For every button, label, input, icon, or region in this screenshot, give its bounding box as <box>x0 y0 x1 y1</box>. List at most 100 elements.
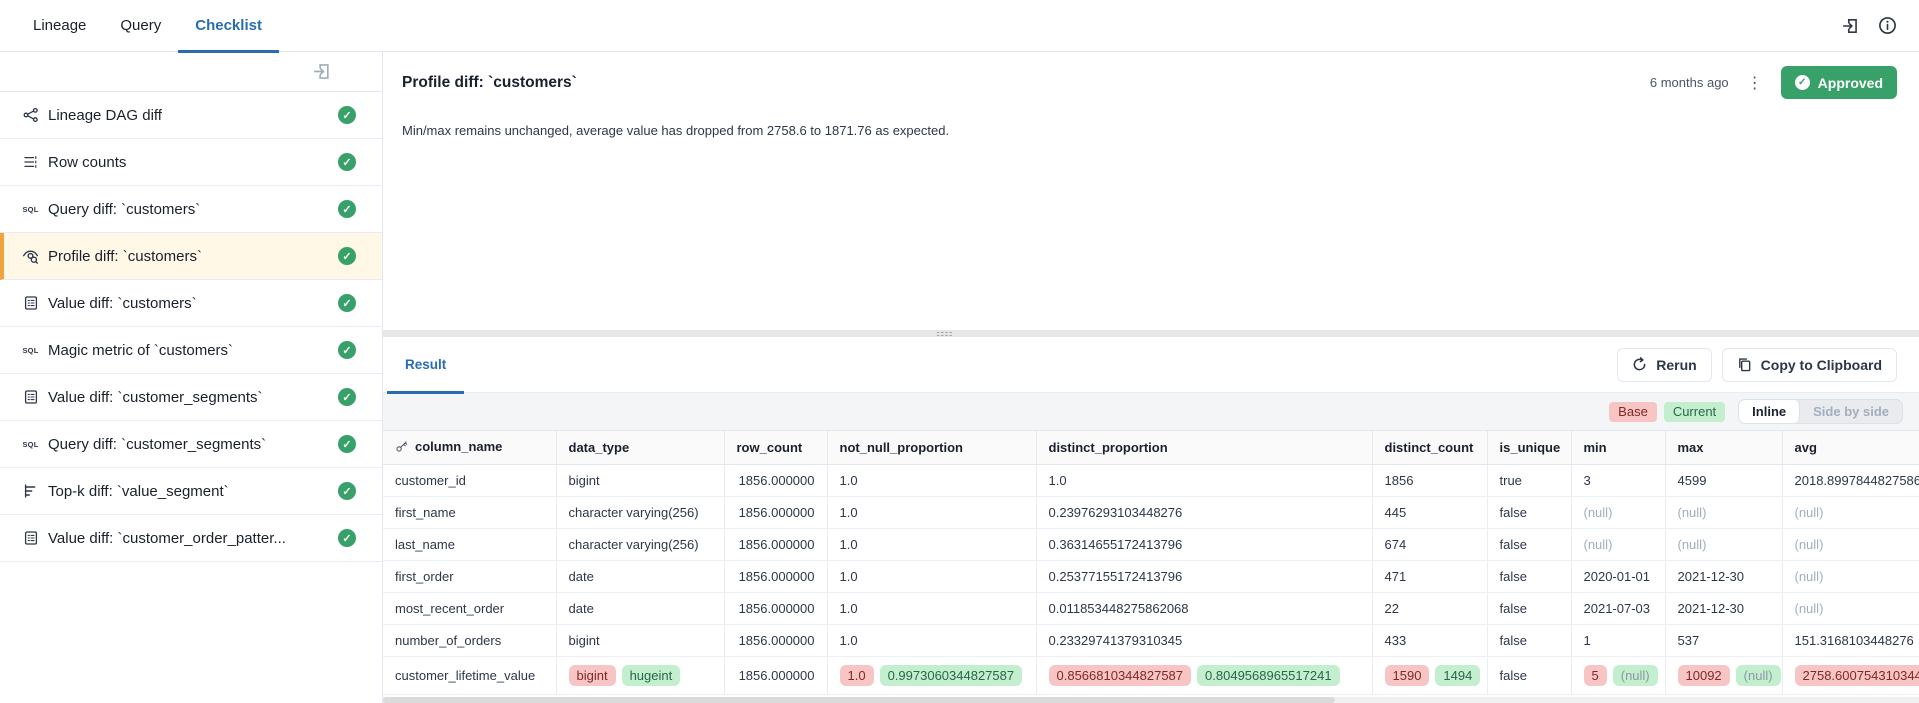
sidebar-item[interactable]: Value diff: `customers`✓ <box>0 280 382 327</box>
current-badge: Current <box>1664 402 1725 422</box>
value-icon <box>22 389 39 406</box>
sidebar-toolbar <box>0 52 382 92</box>
table-cell: 0.85668103448275870.8049568965517241 <box>1036 657 1372 695</box>
timestamp: 6 months ago <box>1650 75 1729 90</box>
table-row: number_of_ordersbigint1856.0000001.00.23… <box>383 625 1919 657</box>
table-cell: 5(null) <box>1571 657 1665 695</box>
table-cell: 445 <box>1372 497 1487 529</box>
sidebar-item[interactable]: SQLMagic metric of `customers`✓ <box>0 327 382 374</box>
topk-icon <box>22 483 39 500</box>
sidebar-item[interactable]: Value diff: `customer_order_patter...✓ <box>0 515 382 562</box>
check-detail-pane: Profile diff: `customers` 6 months ago ⋮… <box>383 52 1919 330</box>
table-cell: first_order <box>383 561 556 593</box>
table-cell: 0.36314655172413796 <box>1036 529 1372 561</box>
rows-icon <box>22 154 39 171</box>
table-cell: (null) <box>1782 593 1919 625</box>
check-circle-icon: ✓ <box>1795 75 1810 90</box>
table-cell: false <box>1487 561 1571 593</box>
table-cell: 2021-07-03 <box>1571 593 1665 625</box>
key-icon <box>395 440 408 456</box>
tab-checklist[interactable]: Checklist <box>178 0 279 51</box>
table-cell: 2020-01-01 <box>1571 561 1665 593</box>
diff-toolbar: Base Current InlineSide by side <box>383 393 1919 430</box>
table-cell: 1856.000000 <box>724 497 827 529</box>
column-header: row_count <box>724 431 827 465</box>
tab-query[interactable]: Query <box>103 0 178 51</box>
pane-splitter[interactable] <box>383 330 1919 337</box>
table-cell: 1.0 <box>827 561 1036 593</box>
sidebar-item[interactable]: Lineage DAG diff✓ <box>0 92 382 139</box>
sidebar-item-label: Query diff: `customers` <box>48 201 330 218</box>
sidebar-item-label: Top-k diff: `value_segment` <box>48 483 330 500</box>
tab-result[interactable]: Result <box>387 337 464 392</box>
table-cell: (null) <box>1782 561 1919 593</box>
toggle-side-by-side[interactable]: Side by side <box>1800 400 1902 423</box>
column-header: data_type <box>556 431 724 465</box>
sidebar-item-label: Query diff: `customer_segments` <box>48 436 330 453</box>
table-cell: customer_lifetime_value <box>383 657 556 695</box>
table-cell: 674 <box>1372 529 1487 561</box>
sidebar-item-label: Magic metric of `customers` <box>48 342 330 359</box>
table-cell: 10092(null) <box>1665 657 1782 695</box>
table-row: first_namecharacter varying(256)1856.000… <box>383 497 1919 529</box>
sidebar-item[interactable]: SQLQuery diff: `customer_segments`✓ <box>0 421 382 468</box>
table-cell: false <box>1487 529 1571 561</box>
table-cell: bigint <box>556 465 724 497</box>
table-row: most_recent_orderdate1856.0000001.00.011… <box>383 593 1919 625</box>
copy-to-clipboard-button[interactable]: Copy to Clipboard <box>1722 348 1897 382</box>
sidebar-item-label: Value diff: `customer_segments` <box>48 389 330 406</box>
export-icon[interactable] <box>1841 16 1861 36</box>
sidebar-item[interactable]: Profile diff: `customers`✓ <box>0 233 382 280</box>
table-cell: 1856.000000 <box>724 625 827 657</box>
sidebar-item[interactable]: Row counts✓ <box>0 139 382 186</box>
table-cell: 1856.000000 <box>724 465 827 497</box>
table-cell: 1.0 <box>827 593 1036 625</box>
drag-handle-icon[interactable] <box>936 331 953 336</box>
table-row: customer_lifetime_valuebiginthugeint1856… <box>383 657 1919 695</box>
table-cell: 1856.000000 <box>724 529 827 561</box>
table-cell: (null) <box>1571 497 1665 529</box>
table-cell: 1.0 <box>827 497 1036 529</box>
tab-lineage[interactable]: Lineage <box>16 0 103 51</box>
table-cell: 433 <box>1372 625 1487 657</box>
sidebar-item[interactable]: Value diff: `customer_segments` ✓ <box>0 374 382 421</box>
table-cell: 0.23329741379310345 <box>1036 625 1372 657</box>
table-cell: (null) <box>1782 497 1919 529</box>
horizontal-scrollbar[interactable] <box>383 697 1919 703</box>
checklist-sidebar: Lineage DAG diff✓Row counts✓SQLQuery dif… <box>0 52 383 703</box>
table-header-row: column_namedata_typerow_countnot_null_pr… <box>383 431 1919 465</box>
column-header: min <box>1571 431 1665 465</box>
sidebar-item[interactable]: SQLQuery diff: `customers`✓ <box>0 186 382 233</box>
scrollbar-thumb[interactable] <box>383 697 1335 703</box>
column-header: distinct_count <box>1372 431 1487 465</box>
table-cell: 0.011853448275862068 <box>1036 593 1372 625</box>
table-cell: 537 <box>1665 625 1782 657</box>
rerun-button[interactable]: Rerun <box>1617 348 1711 382</box>
info-icon[interactable] <box>1877 16 1897 36</box>
toggle-inline[interactable]: Inline <box>1739 400 1800 423</box>
check-status-icon: ✓ <box>338 388 356 406</box>
base-badge: Base <box>1609 402 1657 422</box>
table-cell: (null) <box>1665 497 1782 529</box>
table-cell: character varying(256) <box>556 529 724 561</box>
table-cell: 1 <box>1571 625 1665 657</box>
approved-button[interactable]: ✓ Approved <box>1781 66 1897 99</box>
sidebar-item[interactable]: Top-k diff: `value_segment`✓ <box>0 468 382 515</box>
sql-icon: SQL <box>22 342 39 359</box>
check-description: Min/max remains unchanged, average value… <box>402 123 1897 138</box>
result-tabbar: Result Rerun Copy to Clipboard <box>383 337 1919 393</box>
top-navigation-bar: LineageQueryChecklist <box>0 0 1919 52</box>
app-window: LineageQueryChecklist <box>0 0 1919 703</box>
main-panel: Profile diff: `customers` 6 months ago ⋮… <box>383 52 1919 703</box>
check-status-icon: ✓ <box>338 529 356 547</box>
export-icon[interactable] <box>312 62 332 82</box>
table-cell: 2018.8997844827586 <box>1782 465 1919 497</box>
sql-icon: SQL <box>22 201 39 218</box>
check-status-icon: ✓ <box>338 153 356 171</box>
table-cell: false <box>1487 497 1571 529</box>
copy-icon <box>1737 357 1752 372</box>
kebab-menu-icon[interactable]: ⋮ <box>1743 73 1767 93</box>
sidebar-item-label: Profile diff: `customers` <box>48 248 330 265</box>
table-cell: false <box>1487 625 1571 657</box>
table-cell: date <box>556 593 724 625</box>
